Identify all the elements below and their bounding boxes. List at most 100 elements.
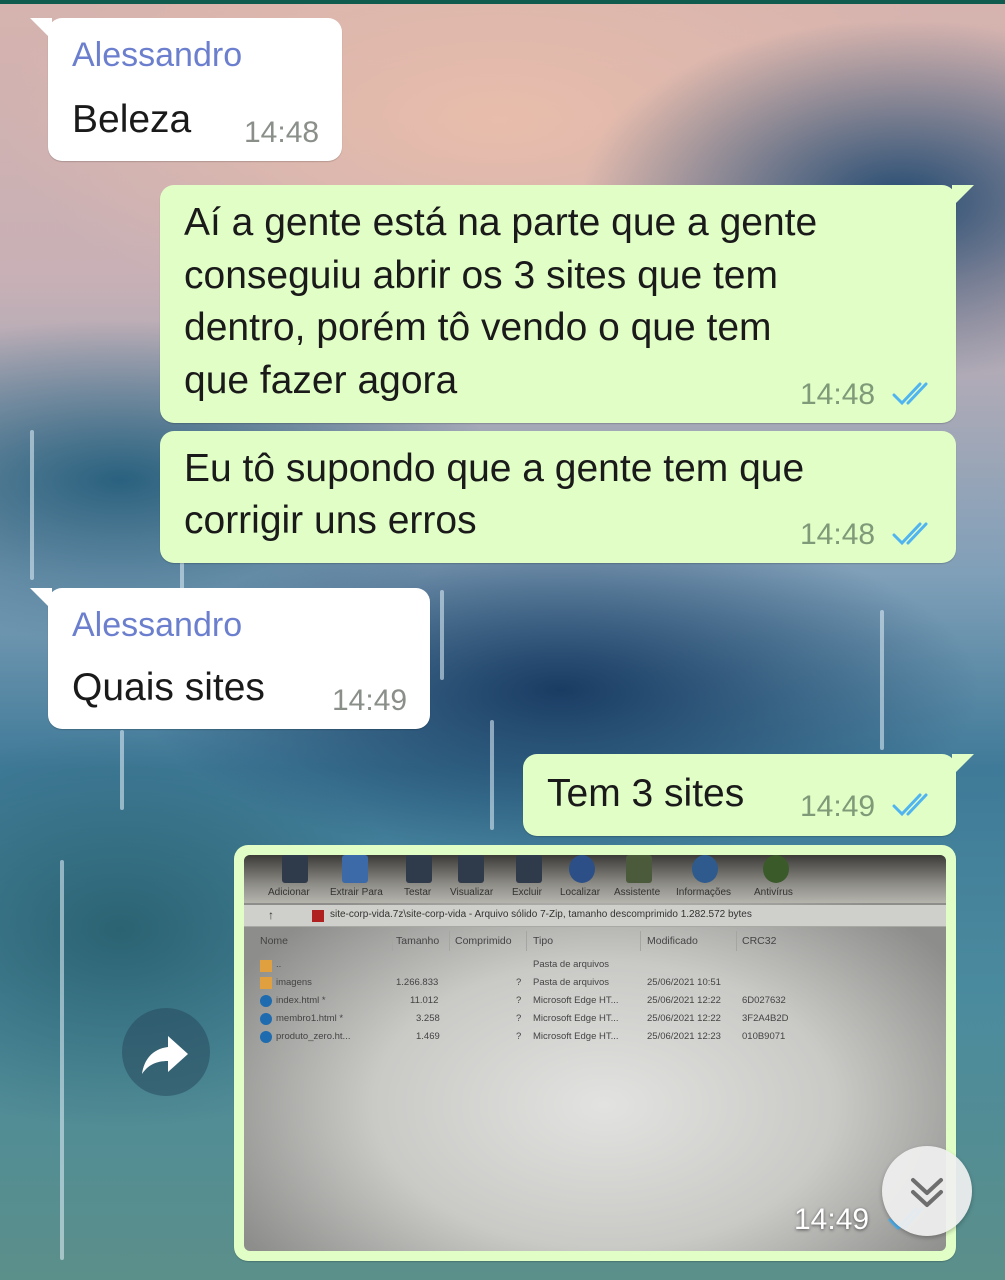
- wallpaper-decoration: [120, 730, 124, 810]
- photo-path-bar: ↑ site-corp-vida.7z\site-corp-vida - Arq…: [244, 905, 946, 927]
- message-text: Quais sites: [72, 666, 265, 709]
- find-icon: [569, 855, 595, 883]
- column-divider: [392, 931, 393, 951]
- column-header: Comprimido: [455, 935, 512, 947]
- message-time: 14:48: [800, 378, 876, 411]
- message-text-line: Eu tô supondo que a gente tem que: [184, 447, 805, 490]
- column-header: Tamanho: [396, 935, 440, 947]
- row-size: 1.266.833: [396, 977, 439, 988]
- up-arrow-icon: ↑: [268, 908, 274, 922]
- archive-icon: [312, 910, 324, 922]
- row-name: ..: [276, 959, 282, 970]
- message-sender: Alessandro: [72, 606, 243, 644]
- double-check-icon: [892, 522, 928, 546]
- row-size: 1.469: [416, 1031, 440, 1042]
- double-check-icon: [892, 382, 928, 406]
- double-chevron-down-icon: [911, 1178, 943, 1207]
- double-check-icon: [892, 793, 928, 817]
- row-modified: 25/06/2021 12:22: [647, 1013, 721, 1024]
- wallpaper-decoration: [490, 720, 494, 830]
- antivirus-icon: [763, 855, 789, 883]
- message-text-line: conseguiu abrir os 3 sites que tem: [184, 254, 778, 297]
- message-text: Tem 3 sites: [547, 772, 745, 815]
- row-name: imagens: [276, 977, 312, 988]
- column-divider: [526, 931, 527, 951]
- wallpaper-decoration: [60, 860, 64, 1260]
- column-header: CRC32: [742, 935, 777, 947]
- row-packed: ?: [516, 977, 522, 988]
- message-text: Beleza: [72, 98, 192, 141]
- scroll-to-bottom-button[interactable]: [882, 1146, 972, 1236]
- view-icon: [458, 855, 484, 883]
- toolbar-label: Excluir: [512, 887, 543, 898]
- row-modified: 25/06/2021 12:23: [647, 1031, 721, 1042]
- photo-path-text: site-corp-vida.7z\site-corp-vida - Arqui…: [330, 909, 752, 920]
- row-crc: 3F2A4B2D: [742, 1013, 789, 1024]
- image-attachment[interactable]: Adicionar Extrair Para Testar Visualizar…: [244, 855, 946, 1251]
- add-icon: [282, 855, 308, 883]
- toolbar-label: Localizar: [560, 887, 601, 898]
- row-size: 3.258: [416, 1013, 440, 1024]
- row-crc: 6D027632: [742, 995, 786, 1006]
- wallpaper-decoration: [30, 430, 34, 580]
- row-modified: 25/06/2021 12:22: [647, 995, 721, 1006]
- column-header: Tipo: [533, 935, 554, 947]
- column-header: Nome: [260, 935, 289, 947]
- extract-icon: [342, 855, 368, 883]
- column-divider: [640, 931, 641, 951]
- edge-icon: [260, 1013, 272, 1025]
- toolbar-label: Visualizar: [450, 887, 494, 898]
- folder-icon: [260, 960, 272, 972]
- wallpaper-decoration: [880, 610, 884, 750]
- wallpaper-decoration: [440, 590, 444, 680]
- message-time: 14:49: [332, 684, 408, 717]
- delete-icon: [516, 855, 542, 883]
- toolbar-label: Informações: [676, 887, 732, 898]
- message-text-line: Aí a gente está na parte que a gente: [184, 201, 818, 244]
- message-bubble-incoming[interactable]: Alessandro Beleza 14:48: [30, 18, 342, 161]
- toolbar-label: Testar: [404, 887, 432, 898]
- photo-toolbar: Adicionar Extrair Para Testar Visualizar…: [244, 855, 946, 903]
- message-sender: Alessandro: [72, 36, 243, 74]
- toolbar-label: Adicionar: [268, 887, 310, 898]
- row-name: produto_zero.ht...: [276, 1031, 351, 1042]
- info-icon: [692, 855, 718, 883]
- row-crc: 010B9071: [742, 1031, 786, 1042]
- row-type: Microsoft Edge HT...: [533, 1031, 619, 1042]
- row-type: Pasta de arquivos: [533, 959, 610, 970]
- message-bubble-incoming[interactable]: Alessandro Quais sites 14:49: [30, 588, 430, 729]
- row-modified: 25/06/2021 10:51: [647, 977, 721, 988]
- toolbar-label: Antivírus: [754, 887, 793, 898]
- toolbar-label: Extrair Para: [330, 887, 383, 898]
- message-time: 14:48: [800, 518, 876, 551]
- column-divider: [449, 931, 450, 951]
- message-time: 14:48: [244, 116, 320, 149]
- wizard-icon: [626, 855, 652, 883]
- edge-icon: [260, 1031, 272, 1043]
- message-bubble-outgoing[interactable]: Tem 3 sites 14:49: [523, 754, 974, 836]
- edge-icon: [260, 995, 272, 1007]
- row-type: Microsoft Edge HT...: [533, 995, 619, 1006]
- toolbar-label: Assistente: [614, 887, 661, 898]
- test-icon: [406, 855, 432, 883]
- row-name: membro1.html *: [276, 1013, 344, 1024]
- row-packed: ?: [516, 1013, 522, 1024]
- row-size: 11.012: [410, 995, 439, 1006]
- status-bar-line: [0, 0, 1005, 4]
- message-time: 14:49: [794, 1203, 870, 1236]
- message-text-line: dentro, porém tô vendo o que tem: [184, 306, 772, 349]
- message-bubble-outgoing[interactable]: Aí a gente está na parte que a gente con…: [160, 185, 974, 423]
- message-time: 14:49: [800, 790, 876, 823]
- forward-button[interactable]: [122, 1008, 210, 1096]
- row-type: Pasta de arquivos: [533, 977, 610, 988]
- message-bubble-outgoing[interactable]: Eu tô supondo que a gente tem que corrig…: [160, 431, 956, 563]
- share-arrow-icon: [142, 1036, 188, 1074]
- row-type: Microsoft Edge HT...: [533, 1013, 619, 1024]
- row-name: index.html *: [276, 995, 326, 1006]
- row-packed: ?: [516, 995, 522, 1006]
- column-header: Modificado: [647, 935, 698, 947]
- message-text-line: que fazer agora: [184, 359, 458, 402]
- message-text-line: corrigir uns erros: [184, 499, 477, 542]
- row-packed: ?: [516, 1031, 522, 1042]
- column-divider: [736, 931, 737, 951]
